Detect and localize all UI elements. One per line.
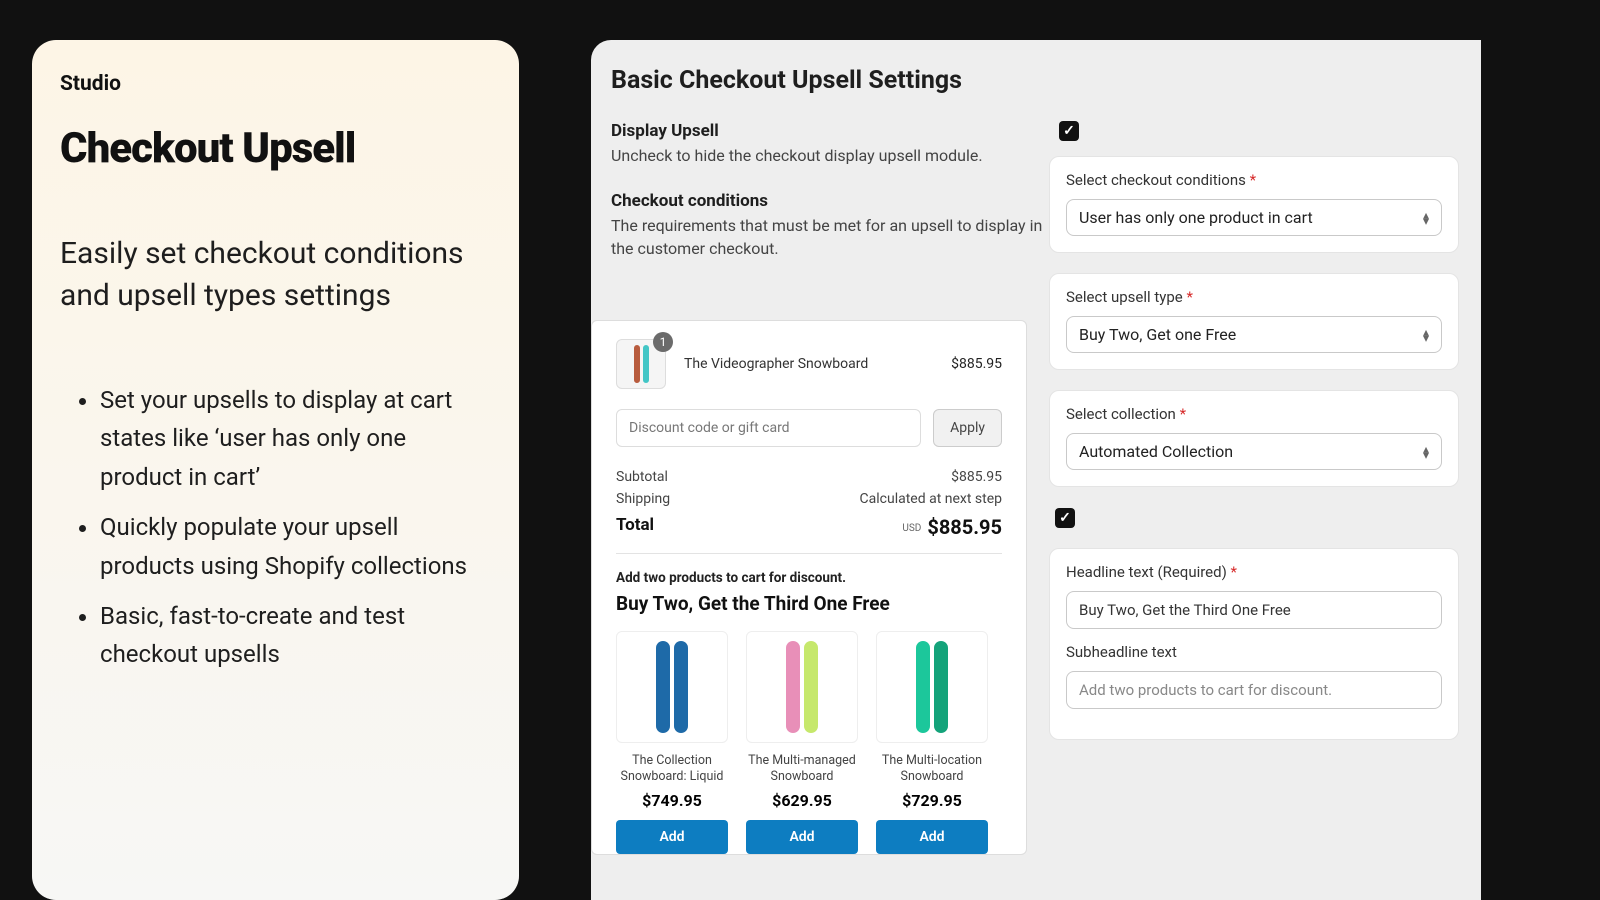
- product-name: The Multi-location Snowboard: [876, 753, 988, 787]
- collection-select[interactable]: Automated Collection ▴▾: [1066, 433, 1442, 470]
- checkout-conditions-card: Select checkout conditions * User has on…: [1049, 156, 1459, 253]
- cart-item-name: The Videographer Snowboard: [684, 356, 951, 372]
- upsell-type-select[interactable]: Buy Two, Get one Free ▴▾: [1066, 316, 1442, 353]
- add-button[interactable]: Add: [616, 820, 728, 854]
- product-price: $629.95: [746, 791, 858, 810]
- conditions-select[interactable]: User has only one product in cart ▴▾: [1066, 199, 1442, 236]
- product-thumb: [616, 631, 728, 743]
- product-name: The Collection Snowboard: Liquid: [616, 753, 728, 787]
- cart-item-thumb: 1: [616, 339, 666, 389]
- headline-input[interactable]: Buy Two, Get the Third One Free: [1066, 591, 1442, 629]
- headline-label: Headline text (Required) *: [1066, 563, 1442, 581]
- display-upsell-checkbox[interactable]: ✓: [1059, 121, 1079, 141]
- upsell-product-grid: The Collection Snowboard: Liquid $749.95…: [616, 631, 1002, 854]
- subtotal-label: Subtotal: [616, 469, 668, 485]
- total-label: Total: [616, 515, 654, 539]
- bullet-item: Set your upsells to display at cart stat…: [100, 381, 487, 496]
- settings-form-column: Select checkout conditions * User has on…: [1049, 156, 1459, 760]
- display-upsell-help: Uncheck to hide the checkout display ups…: [611, 145, 1049, 167]
- marketing-panel: Studio Checkout Upsell Easily set checko…: [32, 40, 519, 900]
- shipping-label: Shipping: [616, 491, 670, 507]
- upsell-product: The Multi-managed Snowboard $629.95 Add: [746, 631, 858, 854]
- settings-panel: Basic Checkout Upsell Settings Display U…: [591, 40, 1481, 900]
- bullet-item: Basic, fast-to-create and test checkout …: [100, 597, 487, 674]
- chevron-updown-icon: ▴▾: [1423, 212, 1429, 224]
- checkout-conditions-label: Checkout conditions: [611, 191, 1049, 211]
- product-thumb: [876, 631, 988, 743]
- subtotal-value: $885.95: [951, 469, 1002, 485]
- chevron-updown-icon: ▴▾: [1423, 329, 1429, 341]
- discount-input[interactable]: Discount code or gift card: [616, 409, 921, 447]
- product-name: The Multi-managed Snowboard: [746, 753, 858, 787]
- product-price: $729.95: [876, 791, 988, 810]
- upsell-product: The Multi-location Snowboard $729.95 Add: [876, 631, 988, 854]
- apply-button[interactable]: Apply: [933, 409, 1002, 447]
- promo-subhead: Add two products to cart for discount.: [616, 570, 1002, 586]
- cart-item-price: $885.95: [951, 356, 1002, 372]
- settings-title: Basic Checkout Upsell Settings: [611, 66, 1481, 95]
- conditions-field-label: Select checkout conditions *: [1066, 171, 1442, 189]
- qty-badge: 1: [653, 332, 673, 352]
- chevron-updown-icon: ▴▾: [1423, 446, 1429, 458]
- upsell-type-label: Select upsell type *: [1066, 288, 1442, 306]
- check-icon: ✓: [1059, 510, 1071, 526]
- cart-line: 1 The Videographer Snowboard $885.95: [616, 339, 1002, 389]
- display-upsell-label: Display Upsell: [611, 121, 1049, 141]
- add-button[interactable]: Add: [746, 820, 858, 854]
- subheadline-label: Subheadline text: [1066, 643, 1442, 661]
- marketing-subtitle: Easily set checkout conditions and upsel…: [60, 233, 487, 317]
- shipping-value: Calculated at next step: [860, 491, 1002, 507]
- check-icon: ✓: [1063, 123, 1075, 139]
- add-button[interactable]: Add: [876, 820, 988, 854]
- brand-label: Studio: [60, 72, 487, 96]
- headline-card: Headline text (Required) * Buy Two, Get …: [1049, 548, 1459, 740]
- checkout-conditions-help: The requirements that must be met for an…: [611, 215, 1049, 260]
- total-value: USD$885.95: [902, 515, 1002, 539]
- marketing-title: Checkout Upsell: [60, 124, 487, 173]
- collection-card: Select collection * Automated Collection…: [1049, 390, 1459, 487]
- bullet-item: Quickly populate your upsell products us…: [100, 508, 487, 585]
- subheadline-input[interactable]: Add two products to cart for discount.: [1066, 671, 1442, 709]
- product-thumb: [746, 631, 858, 743]
- product-price: $749.95: [616, 791, 728, 810]
- marketing-bullets: Set your upsells to display at cart stat…: [60, 381, 487, 674]
- promo-headline: Buy Two, Get the Third One Free: [616, 592, 1002, 615]
- secondary-checkbox[interactable]: ✓: [1055, 508, 1075, 528]
- collection-label: Select collection *: [1066, 405, 1442, 423]
- upsell-product: The Collection Snowboard: Liquid $749.95…: [616, 631, 728, 854]
- checkout-preview: 1 The Videographer Snowboard $885.95 Dis…: [591, 320, 1027, 855]
- upsell-type-card: Select upsell type * Buy Two, Get one Fr…: [1049, 273, 1459, 370]
